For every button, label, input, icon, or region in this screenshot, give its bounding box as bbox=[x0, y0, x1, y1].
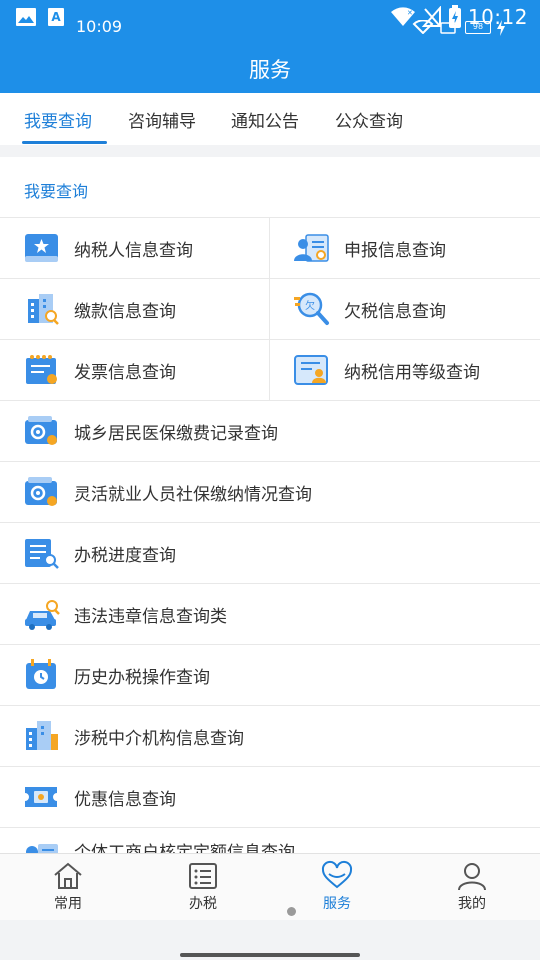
status-bar: A 10:09 ✕ 10:12 98 bbox=[0, 0, 540, 40]
page-title: 服务 bbox=[249, 58, 291, 82]
invoice-icon bbox=[26, 355, 57, 384]
item-label: 纳税信用等级查询 bbox=[344, 362, 480, 383]
charging-bolt-icon bbox=[497, 20, 505, 36]
nav-label: 服务 bbox=[323, 896, 351, 912]
list-item[interactable]: 涉税中介机构信息查询 bbox=[0, 705, 540, 766]
invoice-info-query-item[interactable]: 发票信息查询 bbox=[0, 340, 270, 400]
tax-credit-rating-query-item[interactable]: 纳税信用等级查询 bbox=[270, 340, 540, 400]
cast-icon bbox=[440, 22, 456, 34]
wifi-small-icon bbox=[412, 20, 434, 34]
list-item[interactable]: 个体工商户核定定额信息查询 bbox=[0, 827, 540, 853]
svg-text:欠: 欠 bbox=[305, 299, 315, 312]
history-calendar-icon bbox=[26, 659, 56, 689]
declaration-info-query-item[interactable]: 申报信息查询 bbox=[270, 218, 540, 278]
taxpayer-info-query-item[interactable]: 纳税人信息查询 bbox=[0, 218, 270, 278]
query-list-panel: 我要查询 纳税人信息查询 申报信息查询 缴款信息查询 欠 欠税信息查询 发票信息… bbox=[0, 157, 540, 853]
tab-notices[interactable]: 通知公告 bbox=[231, 107, 299, 132]
page-indicator-dot bbox=[287, 907, 296, 916]
arrears-search-icon: 欠 bbox=[294, 292, 329, 325]
gesture-navigation-bar[interactable] bbox=[180, 953, 360, 957]
section-title: 我要查询 bbox=[24, 182, 89, 201]
car-violation-icon bbox=[25, 600, 60, 630]
tab-my-query[interactable]: 我要查询 bbox=[24, 107, 92, 132]
item-label: 个体工商户核定定额信息查询 bbox=[74, 843, 295, 853]
business-doc-icon bbox=[26, 844, 58, 853]
item-label: 灵活就业人员社保缴纳情况查询 bbox=[74, 484, 312, 505]
agency-building-icon bbox=[26, 721, 58, 750]
list-item[interactable]: 违法违章信息查询类 bbox=[0, 583, 540, 644]
list-item[interactable]: 办税进度查询 bbox=[0, 522, 540, 583]
item-label: 违法违章信息查询类 bbox=[74, 606, 227, 627]
app-header: 服务 bbox=[0, 40, 540, 93]
list-item[interactable]: 优惠信息查询 bbox=[0, 766, 540, 827]
tab-consultation[interactable]: 咨询辅导 bbox=[128, 107, 196, 132]
home-icon bbox=[54, 862, 82, 889]
item-label: 缴款信息查询 bbox=[74, 301, 176, 322]
taxpayer-card-icon bbox=[25, 234, 58, 262]
heart-icon bbox=[321, 860, 353, 889]
svg-text:✕: ✕ bbox=[407, 9, 413, 17]
text-notification-icon: A bbox=[48, 8, 64, 26]
item-label: 历史办税操作查询 bbox=[74, 667, 210, 688]
item-label: 申报信息查询 bbox=[344, 240, 446, 261]
item-label: 纳税人信息查询 bbox=[74, 240, 193, 261]
nav-label: 我的 bbox=[458, 896, 486, 912]
nav-service[interactable]: 服务 bbox=[297, 860, 377, 913]
credit-rating-icon bbox=[294, 355, 328, 385]
tab-active-indicator bbox=[22, 141, 107, 144]
item-label: 涉税中介机构信息查询 bbox=[74, 728, 244, 749]
payment-info-query-item[interactable]: 缴款信息查询 bbox=[0, 279, 270, 339]
list-icon bbox=[189, 863, 217, 889]
social-security-card-icon bbox=[25, 477, 57, 506]
nav-common[interactable]: 常用 bbox=[28, 860, 108, 913]
progress-doc-icon bbox=[25, 539, 59, 569]
tab-bar: 我要查询 咨询辅导 通知公告 公众查询 bbox=[0, 93, 540, 145]
list-item[interactable]: 灵活就业人员社保缴纳情况查询 bbox=[0, 461, 540, 522]
list-item[interactable]: 历史办税操作查询 bbox=[0, 644, 540, 705]
person-icon bbox=[458, 863, 486, 891]
grid-row: 发票信息查询 纳税信用等级查询 bbox=[0, 339, 540, 400]
notification-time: 10:09 bbox=[76, 17, 123, 36]
item-label: 办税进度查询 bbox=[74, 545, 176, 566]
gallery-notification-icon bbox=[16, 8, 36, 26]
grid-row: 纳税人信息查询 申报信息查询 bbox=[0, 217, 540, 278]
battery-badge: 98 bbox=[465, 21, 491, 34]
nav-label: 常用 bbox=[54, 896, 82, 912]
tax-arrears-query-item[interactable]: 欠 欠税信息查询 bbox=[270, 279, 540, 339]
nav-tax[interactable]: 办税 bbox=[163, 860, 243, 913]
bottom-nav: 常用 办税 服务 我的 bbox=[0, 853, 540, 920]
svg-text:A: A bbox=[51, 10, 61, 24]
medical-insurance-card-icon bbox=[25, 416, 57, 445]
declaration-person-icon bbox=[294, 234, 329, 262]
nav-mine[interactable]: 我的 bbox=[432, 860, 512, 913]
tab-public-query[interactable]: 公众查询 bbox=[335, 107, 403, 132]
item-label: 发票信息查询 bbox=[74, 362, 176, 383]
payment-building-icon bbox=[28, 294, 59, 325]
grid-row: 缴款信息查询 欠 欠税信息查询 bbox=[0, 278, 540, 339]
item-label: 城乡居民医保缴费记录查询 bbox=[74, 423, 278, 444]
list-item[interactable]: 城乡居民医保缴费记录查询 bbox=[0, 400, 540, 461]
item-label: 欠税信息查询 bbox=[344, 301, 446, 322]
item-label: 优惠信息查询 bbox=[74, 789, 176, 810]
nav-label: 办税 bbox=[189, 896, 217, 912]
discount-ticket-icon bbox=[25, 787, 57, 807]
